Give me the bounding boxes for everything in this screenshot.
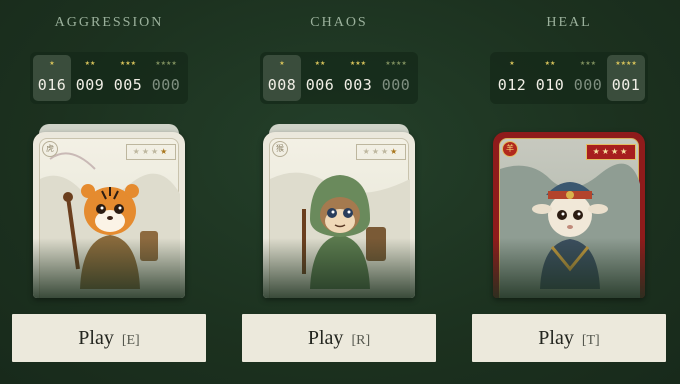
star-icon: ★ bbox=[279, 60, 285, 67]
star-counters: ★ 016 ★★ 009 ★★★ 005 ★★★★ 000 bbox=[30, 52, 188, 104]
column-title: HEAL bbox=[546, 15, 592, 30]
hotkey-hint: [E] bbox=[121, 333, 140, 348]
counter-1-star[interactable]: ★ 008 bbox=[263, 55, 301, 101]
tiger-illustration bbox=[40, 152, 180, 298]
hotkey-hint: [T] bbox=[581, 333, 600, 348]
star-icon: ★★★★ bbox=[385, 60, 407, 67]
star-icon: ★★★ bbox=[349, 60, 367, 67]
star-icon: ★★★ bbox=[579, 60, 597, 67]
counter-4-star[interactable]: ★★★★ 000 bbox=[377, 55, 415, 101]
star-icon: ★ bbox=[509, 60, 515, 67]
counter-1-star[interactable]: ★ 012 bbox=[493, 55, 531, 101]
zodiac-badge-icon: 猴 bbox=[272, 141, 288, 157]
counter-value: 008 bbox=[267, 76, 297, 94]
play-chaos-button[interactable]: Play [R] bbox=[242, 314, 436, 362]
card-stack[interactable]: 虎 ★★★★ bbox=[33, 124, 185, 298]
counter-2-star[interactable]: ★★ 006 bbox=[301, 55, 339, 101]
star-icon: ★★★ bbox=[119, 60, 137, 67]
counter-value: 000 bbox=[573, 76, 603, 94]
star-icon: ★★★★ bbox=[615, 60, 637, 67]
card-art-frame bbox=[269, 138, 410, 298]
counter-3-star[interactable]: ★★★ 003 bbox=[339, 55, 377, 101]
play-heal-button[interactable]: Play [T] bbox=[472, 314, 666, 362]
star-counters: ★ 008 ★★ 006 ★★★ 003 ★★★★ 000 bbox=[260, 52, 418, 104]
card-rarity-stars: ★★★★ bbox=[586, 144, 636, 160]
tiger-card[interactable]: 虎 ★★★★ bbox=[33, 132, 185, 298]
play-label: Play bbox=[78, 327, 114, 349]
column-title: CHAOS bbox=[310, 15, 368, 30]
monkey-card[interactable]: 猴 ★★★★ bbox=[263, 132, 415, 298]
card-rarity-stars: ★★★★ bbox=[356, 144, 406, 160]
play-label: Play bbox=[538, 327, 574, 349]
counter-4-star[interactable]: ★★★★ 000 bbox=[147, 55, 185, 101]
counter-value: 001 bbox=[611, 76, 641, 94]
counter-3-star[interactable]: ★★★ 000 bbox=[569, 55, 607, 101]
counter-4-star[interactable]: ★★★★ 001 bbox=[607, 55, 645, 101]
counter-3-star[interactable]: ★★★ 005 bbox=[109, 55, 147, 101]
star-icon: ★★ bbox=[84, 60, 96, 67]
monkey-illustration bbox=[270, 172, 410, 298]
star-icon: ★★ bbox=[544, 60, 556, 67]
counter-value: 005 bbox=[113, 76, 143, 94]
card-art-frame bbox=[499, 138, 640, 298]
star-icon: ★★★★ bbox=[155, 60, 177, 67]
counter-value: 000 bbox=[381, 76, 411, 94]
play-aggression-button[interactable]: Play [E] bbox=[12, 314, 206, 362]
column-title: AGGRESSION bbox=[54, 15, 164, 30]
star-icon: ★★ bbox=[314, 60, 326, 67]
card-stack[interactable]: 羊 ★★★★ bbox=[493, 128, 645, 298]
counter-value: 016 bbox=[37, 76, 67, 94]
play-label: Play bbox=[307, 327, 344, 349]
hotkey-hint: [R] bbox=[351, 333, 371, 348]
counter-value: 000 bbox=[151, 76, 181, 94]
counter-1-star[interactable]: ★ 016 bbox=[33, 55, 71, 101]
card-rarity-stars: ★★★★ bbox=[126, 144, 176, 160]
star-counters: ★ 012 ★★ 010 ★★★ 000 ★★★★ 001 bbox=[490, 52, 648, 104]
counter-value: 003 bbox=[343, 76, 373, 94]
card-stack[interactable]: 猴 ★★★★ bbox=[263, 124, 415, 298]
counter-2-star[interactable]: ★★ 009 bbox=[71, 55, 109, 101]
counter-2-star[interactable]: ★★ 010 bbox=[531, 55, 569, 101]
zodiac-badge-icon: 羊 bbox=[502, 141, 518, 157]
counter-value: 009 bbox=[75, 76, 105, 94]
goat-illustration bbox=[500, 163, 640, 298]
counter-value: 012 bbox=[497, 76, 527, 94]
star-icon: ★ bbox=[49, 60, 55, 67]
card-art-frame bbox=[39, 138, 180, 298]
zodiac-badge-icon: 虎 bbox=[42, 141, 58, 157]
goat-card[interactable]: 羊 ★★★★ bbox=[493, 132, 645, 298]
counter-value: 010 bbox=[535, 76, 565, 94]
counter-value: 006 bbox=[305, 76, 335, 94]
